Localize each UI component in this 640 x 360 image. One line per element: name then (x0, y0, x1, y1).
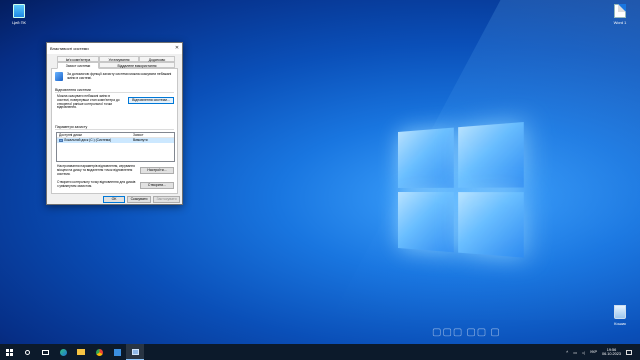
clock[interactable]: 19:56 06.10.2023 (602, 348, 621, 357)
desktop-icon-label: Кошик (614, 321, 626, 326)
protection-status: Вимкнути (133, 138, 148, 142)
start-button[interactable] (0, 344, 18, 360)
configure-button[interactable]: Настроїти... (140, 167, 174, 174)
search-button[interactable] (18, 344, 36, 360)
store-icon (113, 348, 121, 356)
language-indicator[interactable]: УКР (590, 350, 597, 354)
drive-cell: Локальний диск (C:) (Система) (57, 138, 131, 143)
divider (55, 129, 174, 130)
create-button[interactable]: Створити... (140, 182, 174, 189)
system-restore-button[interactable]: Відновлення системи... (128, 97, 174, 104)
desktop-icon-this-pc[interactable]: Цей ПК (2, 4, 36, 25)
column-header-protection: Захист (133, 133, 144, 137)
table-row[interactable]: Локальний диск (C:) (Система) Вимкнути (57, 138, 174, 143)
system-properties-dialog: Властивості системи ✕ Ім'я комп'ютера Ус… (46, 42, 183, 205)
dialog-title: Властивості системи (50, 46, 89, 51)
folder-icon (77, 349, 85, 355)
dialog-titlebar[interactable]: Властивості системи ✕ (47, 43, 182, 54)
drive-icon (59, 139, 63, 142)
tab-system-protection[interactable]: Захист системи (57, 62, 99, 69)
task-view-button[interactable] (36, 344, 54, 360)
desktop-icon-label: Word 1 (613, 20, 627, 25)
restore-description: Можна скасувати небажані зміни в системі… (57, 94, 120, 110)
recycle-bin-icon (614, 305, 626, 319)
task-view-icon (41, 349, 49, 355)
system-protection-icon (55, 72, 63, 81)
apply-button[interactable]: Застосувати (153, 196, 180, 203)
chrome-icon (95, 348, 103, 356)
drive-name: Локальний диск (C:) (Система) (64, 138, 112, 142)
taskbar-edge[interactable] (54, 344, 72, 360)
network-icon[interactable]: ▭ (573, 350, 577, 355)
intro-text: За допомогою функції захисту системи мож… (67, 72, 172, 80)
create-description: Створити контрольну точку відновлення дл… (57, 180, 136, 188)
desktop-icon-label: Цей ПК (12, 20, 26, 25)
corner-watermark-logos: ▢▢▢ ▢▢ ▢ (432, 327, 501, 338)
edge-icon (59, 348, 67, 356)
ok-button[interactable]: ОК (103, 196, 125, 203)
system-protection-panel: За допомогою функції захисту системи мож… (51, 68, 178, 194)
cancel-button[interactable]: Скасувати (127, 196, 151, 203)
taskbar-store[interactable] (108, 344, 126, 360)
windows-start-icon (5, 348, 13, 356)
intro: За допомогою функції захисту системи мож… (55, 72, 175, 81)
taskbar-file-explorer[interactable] (72, 344, 90, 360)
taskbar-system-properties[interactable] (126, 344, 144, 360)
notification-icon[interactable] (626, 349, 632, 355)
chevron-up-icon[interactable]: ˄ (566, 350, 568, 354)
column-header-drives: Доступні диски (59, 133, 82, 137)
drives-table: Доступні диски Захист Локальний диск (C:… (56, 132, 175, 162)
document-icon (614, 4, 626, 18)
desktop-icon-word-document[interactable]: Word 1 (603, 4, 637, 25)
system-properties-icon (131, 348, 139, 355)
close-icon[interactable]: ✕ (172, 43, 182, 54)
search-icon (24, 349, 30, 355)
clock-date: 06.10.2023 (601, 352, 621, 356)
divider (55, 92, 174, 93)
computer-icon (13, 4, 25, 18)
taskbar-chrome[interactable] (90, 344, 108, 360)
desktop-icon-recycle-bin[interactable]: Кошик (603, 305, 637, 326)
taskbar: ˄ ▭ ◁ УКР 19:56 06.10.2023 (0, 344, 640, 360)
volume-icon[interactable]: ◁ (582, 350, 585, 355)
system-tray: ˄ ▭ ◁ УКР 19:56 06.10.2023 (566, 348, 640, 357)
configure-description: Настроювання параметрів відновлення, кер… (57, 164, 135, 176)
windows-logo-wallpaper (398, 122, 526, 260)
